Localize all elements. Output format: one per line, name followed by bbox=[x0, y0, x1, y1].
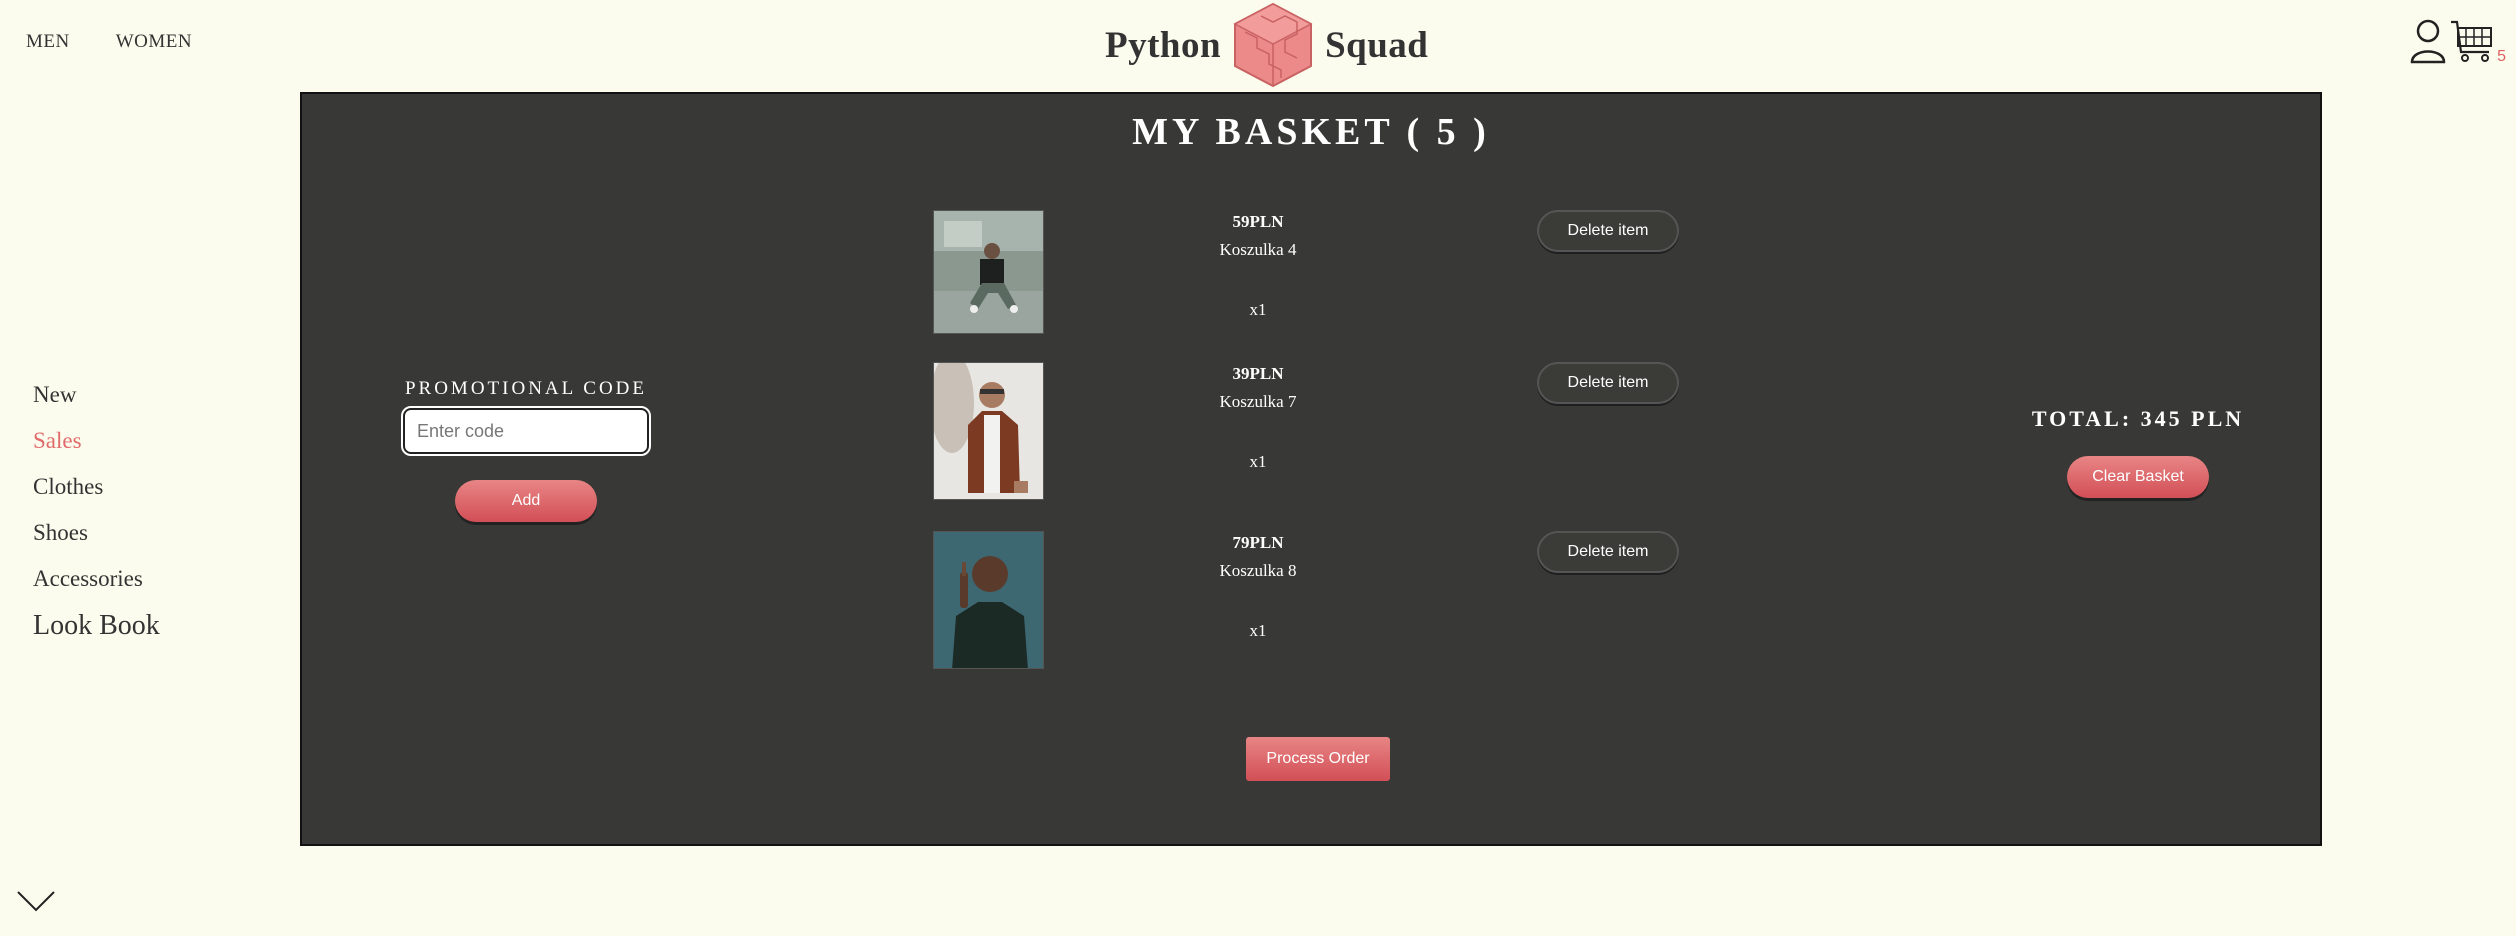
item-quantity: x1 bbox=[1249, 621, 1267, 640]
delete-item-button[interactable]: Delete item bbox=[1537, 531, 1679, 573]
nav-link-men[interactable]: MEN bbox=[26, 31, 70, 53]
sidebar-item-look-book[interactable]: Look Book bbox=[33, 602, 160, 650]
shopping-cart-icon[interactable] bbox=[2449, 18, 2495, 64]
add-promo-button[interactable]: Add bbox=[455, 480, 597, 522]
clear-basket-button[interactable]: Clear Basket bbox=[2067, 456, 2209, 498]
promo-label: PROMOTIONAL CODE bbox=[404, 378, 648, 399]
sidebar-item-accessories[interactable]: Accessories bbox=[33, 556, 160, 602]
promo-code-input[interactable] bbox=[401, 406, 651, 456]
item-details: 39PLN Koszulka 7 x1 bbox=[1183, 364, 1333, 472]
sidebar-item-sales[interactable]: Sales bbox=[33, 418, 160, 464]
cube-stairs-logo-icon bbox=[1233, 2, 1313, 88]
item-price: 79PLN bbox=[1232, 533, 1284, 552]
item-quantity: x1 bbox=[1249, 452, 1267, 471]
brand-name-left: Python bbox=[1105, 24, 1222, 66]
delete-item-button[interactable]: Delete item bbox=[1537, 210, 1679, 252]
basket-total: TOTAL: 345 PLN bbox=[2031, 406, 2245, 431]
top-nav: MEN WOMEN bbox=[26, 31, 192, 53]
user-account-icon[interactable] bbox=[2409, 18, 2447, 64]
basket-title: MY BASKET ( 5 ) bbox=[1132, 111, 1490, 153]
brand-logo-link[interactable]: Python Squad bbox=[1105, 0, 1428, 90]
cart-count-badge: 5 bbox=[2497, 48, 2506, 65]
sidebar-item-new[interactable]: New bbox=[33, 372, 160, 418]
delete-item-button[interactable]: Delete item bbox=[1537, 362, 1679, 404]
sidebar-item-shoes[interactable]: Shoes bbox=[33, 510, 160, 556]
item-details: 59PLN Koszulka 4 x1 bbox=[1183, 212, 1333, 320]
chevron-down-icon[interactable] bbox=[16, 890, 56, 912]
header-icons: 5 bbox=[2409, 18, 2506, 66]
product-image[interactable] bbox=[933, 210, 1044, 334]
process-order-button[interactable]: Process Order bbox=[1246, 737, 1390, 781]
item-name: Koszulka 8 bbox=[1219, 561, 1297, 580]
basket-item: 79PLN Koszulka 8 x1 Delete item bbox=[933, 531, 1693, 671]
promo-section: PROMOTIONAL CODE Add bbox=[401, 378, 651, 522]
total-section: TOTAL: 345 PLN Clear Basket bbox=[2022, 406, 2254, 498]
product-image[interactable] bbox=[933, 531, 1044, 669]
basket-panel: MY BASKET ( 5 ) PROMOTIONAL CODE Add 59P… bbox=[300, 92, 2322, 846]
item-name: Koszulka 4 bbox=[1219, 240, 1297, 259]
sidebar-item-clothes[interactable]: Clothes bbox=[33, 464, 160, 510]
product-image[interactable] bbox=[933, 362, 1044, 500]
item-details: 79PLN Koszulka 8 x1 bbox=[1183, 533, 1333, 641]
nav-link-women[interactable]: WOMEN bbox=[116, 31, 192, 53]
item-quantity: x1 bbox=[1249, 300, 1267, 319]
item-name: Koszulka 7 bbox=[1219, 392, 1297, 411]
basket-item: 59PLN Koszulka 4 x1 Delete item bbox=[933, 210, 1693, 350]
item-price: 39PLN bbox=[1232, 364, 1284, 383]
item-price: 59PLN bbox=[1232, 212, 1284, 231]
basket-item: 39PLN Koszulka 7 x1 Delete item bbox=[933, 362, 1693, 502]
side-nav: New Sales Clothes Shoes Accessories Look… bbox=[33, 372, 160, 650]
brand-name-right: Squad bbox=[1325, 24, 1429, 66]
